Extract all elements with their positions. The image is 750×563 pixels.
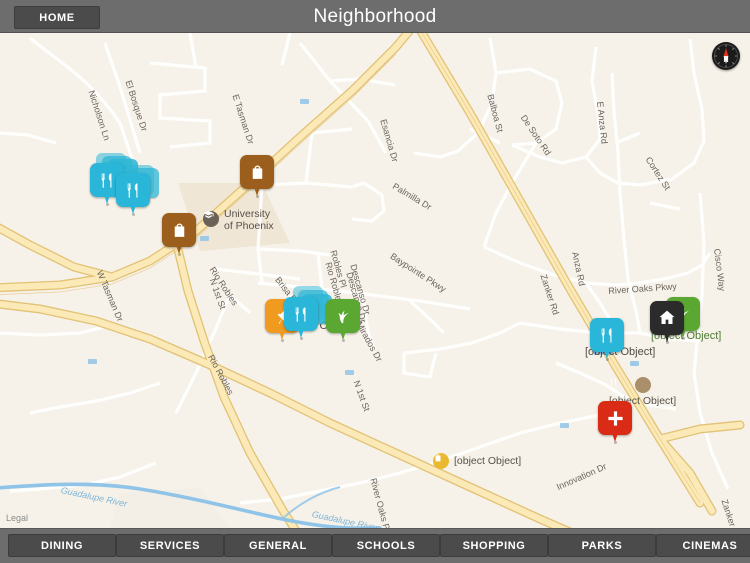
tab-shopping[interactable]: SHOPPING: [440, 534, 548, 557]
pin-anchor-dot: [613, 441, 617, 444]
tab-cinemas[interactable]: CINEMAS: [656, 534, 750, 557]
tab-parks[interactable]: PARKS: [548, 534, 656, 557]
shopping-bag-icon: [433, 453, 449, 469]
tab-general[interactable]: GENERAL: [224, 534, 332, 557]
page-title: Neighborhood: [313, 5, 437, 27]
tab-services[interactable]: SERVICES: [116, 534, 224, 557]
map-base-layer: [0, 33, 750, 528]
map-canvas[interactable]: Nicholson Ln El Bosque Dr E Tasman Dr W …: [0, 33, 750, 528]
fork-knife-icon: [295, 306, 305, 322]
compass-rose-icon: N: [712, 42, 740, 70]
app-header: HOME Neighborhood: [0, 0, 750, 33]
neighborhood-map-app: HOME Neighborhood Nicholson Ln El Bosque…: [0, 0, 750, 563]
pin-anchor-dot: [131, 213, 135, 216]
pin-anchor-dot: [177, 253, 181, 256]
pin-park-mirados[interactable]: [326, 299, 360, 342]
fork-knife-icon: [127, 182, 137, 198]
pin-anchor-dot: [280, 339, 284, 342]
fork-knife-icon: [601, 327, 611, 343]
pin-home-river-oaks[interactable]: [650, 301, 684, 344]
pin-anchor-dot: [255, 195, 259, 198]
poi-canon-usa-inc[interactable]: [object Object]: [433, 453, 521, 469]
pin-shopping-tasman[interactable]: [162, 213, 196, 256]
shopping-bag-icon: [252, 165, 262, 179]
restaurant-icon: [610, 377, 651, 393]
pin-dining-starbucks[interactable]: [284, 297, 318, 340]
pin-dining-patxis[interactable]: [590, 318, 624, 361]
pin-anchor-dot: [341, 339, 345, 342]
category-toolbar: DINING SERVICES GENERAL SCHOOLS SHOPPING…: [0, 528, 750, 563]
tab-dining[interactable]: DINING: [8, 534, 116, 557]
graduation-cap-icon: [203, 210, 219, 227]
pin-anchor-dot: [605, 358, 609, 361]
pin-shopping-yasman[interactable]: [240, 155, 274, 198]
medical-cross-icon: [607, 410, 623, 426]
place-label-university-line2: of Phoenix: [224, 219, 274, 232]
place-label-university-line1: University: [224, 208, 271, 220]
home-icon: [659, 310, 675, 324]
pin-anchor-dot: [105, 203, 109, 206]
poi-university-of-phoenix[interactable]: University of Phoenix: [203, 208, 274, 232]
pin-anchor-dot: [299, 337, 303, 340]
compass-control[interactable]: N: [712, 42, 740, 70]
pin-dining-round-table-front[interactable]: [116, 173, 150, 216]
pin-anchor-dot: [681, 337, 685, 340]
compass-north-label: N: [723, 57, 728, 64]
pin-medical-innovation[interactable]: [598, 401, 632, 444]
leaf-icon: [338, 310, 349, 324]
home-button[interactable]: HOME: [14, 6, 100, 29]
place-label-canon-usa-inc: [object Object]: [454, 455, 522, 467]
tab-schools[interactable]: SCHOOLS: [332, 534, 440, 557]
pin-anchor-dot: [665, 341, 669, 344]
shopping-bag-icon: [174, 223, 184, 237]
fork-knife-icon: [101, 172, 111, 188]
